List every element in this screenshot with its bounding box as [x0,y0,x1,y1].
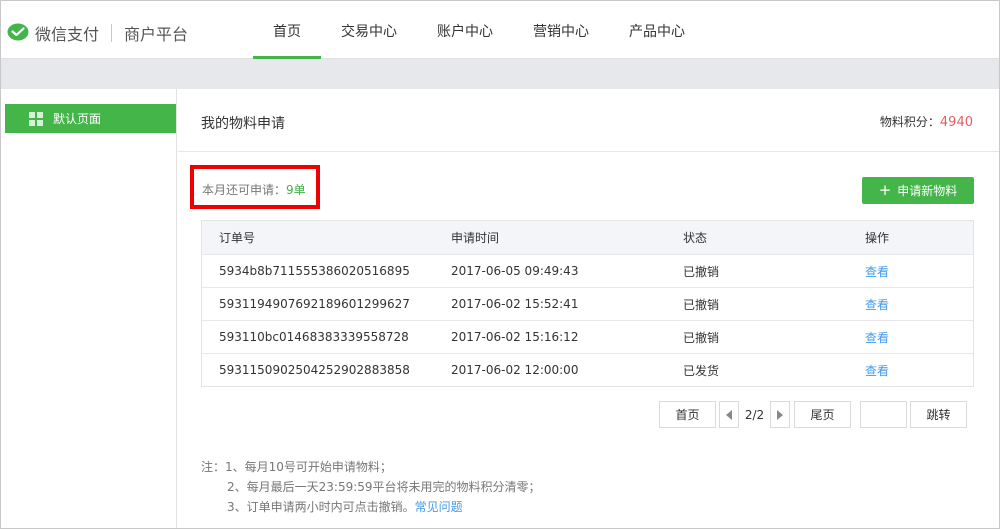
next-page-button[interactable] [770,401,790,428]
table-row: 593110bc01468383339558728 2017-06-02 15:… [202,320,973,353]
first-page-button[interactable]: 首页 [659,401,716,428]
table-row: 5934b8b711555386020516895 2017-06-05 09:… [202,254,973,287]
order-id: 593110bc01468383339558728 [219,330,409,344]
column-header-status: 状态 [683,231,708,245]
chevron-left-icon [726,409,732,420]
nav-product-center[interactable]: 产品中心 [609,1,705,59]
monthly-quota: 本月还可申请：9单 [202,181,306,198]
quota-value: 9单 [286,183,306,197]
nav-marketing-center[interactable]: 营销中心 [513,1,609,59]
notes: 注：1、每月10号可开始申请物料； 2、每月最后一天23:59:59平台将未用完… [201,457,541,517]
table-header: 订单号 申请时间 状态 操作 [202,221,973,254]
nav-trade-center[interactable]: 交易中心 [321,1,417,59]
table-row: 5931150902504252902883858 2017-06-02 12:… [202,353,973,386]
apply-time: 2017-06-02 15:52:41 [451,297,579,311]
prev-page-button[interactable] [719,401,739,428]
apply-time: 2017-06-02 15:16:12 [451,330,579,344]
faq-link[interactable]: 常见问题 [415,500,463,514]
order-status: 已撤销 [683,264,720,279]
plus-icon: + [878,181,892,199]
sidebar: 默认页面 [1,89,177,528]
table-row: 5931194907692189601299627 2017-06-02 15:… [202,287,973,320]
points-value: 4940 [939,115,973,130]
column-header-time: 申请时间 [451,231,500,245]
material-points: 物料积分：4940 [880,113,973,130]
order-status: 已发货 [683,363,720,378]
page-number-input[interactable] [860,401,907,428]
pagination: 首页 2/2 尾页 跳转 [659,401,967,428]
grid-icon [29,111,43,126]
order-status: 已撤销 [683,297,720,312]
top-header: 微信支付 商户平台 首页 交易中心 账户中心 营销中心 产品中心 [1,1,999,59]
nav-account-center[interactable]: 账户中心 [417,1,513,59]
main-content: 我的物料申请 物料积分：4940 本月还可申请：9单 + 申请新物料 订单号 申… [178,89,999,528]
sidebar-item-default-page[interactable]: 默认页面 [5,104,176,133]
page-title: 我的物料申请 [201,116,285,132]
view-link[interactable]: 查看 [865,331,889,345]
note-line-1: 注：1、每月10号可开始申请物料； [201,460,392,474]
column-header-action: 操作 [865,231,890,245]
note-line-3-text: 3、订单申请两小时内可点击撤销。 [227,500,415,514]
brand-name: 微信支付 [35,25,100,44]
order-id: 5934b8b711555386020516895 [219,264,410,278]
logo-divider [111,24,113,42]
sidebar-item-label: 默认页面 [53,112,102,126]
view-link[interactable]: 查看 [865,265,889,279]
order-id: 5931150902504252902883858 [219,363,410,377]
logo[interactable]: 微信支付 商户平台 [7,21,188,45]
points-label: 物料积分： [879,115,940,129]
main-header: 我的物料申请 物料积分：4940 [178,89,999,152]
order-id: 5931194907692189601299627 [219,297,410,311]
view-link[interactable]: 查看 [865,298,889,312]
chevron-right-icon [777,409,783,420]
order-status: 已撤销 [683,330,720,345]
nav-home[interactable]: 首页 [253,1,321,59]
apply-new-material-button[interactable]: + 申请新物料 [862,177,974,204]
main-nav: 首页 交易中心 账户中心 营销中心 产品中心 [253,1,705,59]
note-line-2: 2、每月最后一天23:59:59平台将未用完的物料积分清零； [227,480,541,494]
last-page-button[interactable]: 尾页 [794,401,851,428]
column-header-order-id: 订单号 [219,231,256,245]
header-band [1,59,999,89]
quota-label: 本月还可申请： [202,183,287,197]
view-link[interactable]: 查看 [865,364,889,378]
orders-table: 订单号 申请时间 状态 操作 5934b8b711555386020516895… [201,220,974,387]
apply-time: 2017-06-05 09:49:43 [451,264,579,278]
platform-name: 商户平台 [124,25,189,44]
page-indicator: 2/2 [739,401,770,428]
jump-button[interactable]: 跳转 [910,401,967,428]
apply-time: 2017-06-02 12:00:00 [451,363,579,377]
wechat-pay-logo-icon [7,23,29,41]
app-window: 微信支付 商户平台 首页 交易中心 账户中心 营销中心 产品中心 默认页面 我的… [0,0,1000,529]
note-line-3: 3、订单申请两小时内可点击撤销。常见问题 [201,497,541,517]
apply-button-label: 申请新物料 [897,184,958,198]
